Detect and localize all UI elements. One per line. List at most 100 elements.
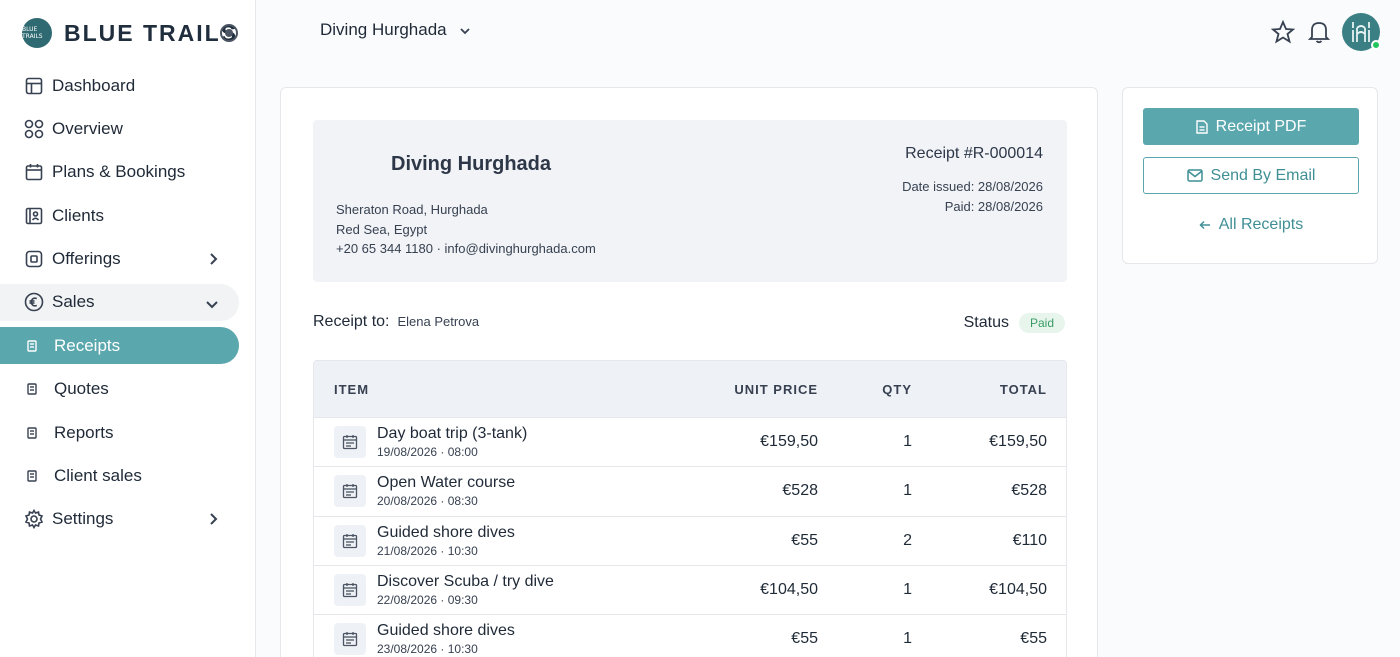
client-name: Elena Petrova: [397, 314, 480, 329]
column-header-item: ITEM: [334, 381, 370, 397]
business-select[interactable]: Diving Hurghada: [320, 20, 471, 40]
table-row: Open Water course 20/08/2026 · 08:30 €52…: [314, 466, 1066, 515]
package-icon: [24, 249, 44, 269]
gear-icon: [24, 509, 44, 530]
send-by-email-button[interactable]: Send By Email: [1143, 157, 1359, 194]
sidebar-item-label: Reports: [54, 422, 114, 442]
total-cell: €104,50: [989, 581, 1047, 599]
brand: BLUE TRAILS BLUE TRAILS: [22, 17, 242, 49]
receipt-header: Diving Hurghada Sheraton Road, Hurghada …: [313, 120, 1067, 282]
receipt-pdf-label: Receipt PDF: [1215, 117, 1307, 135]
online-status-dot: [1371, 40, 1381, 50]
calendar-icon: [334, 475, 366, 508]
sidebar-item-label: Clients: [52, 205, 104, 225]
sidebar-item-clients[interactable]: Clients: [0, 197, 256, 234]
date-paid: Paid: 28/08/2026: [944, 198, 1043, 214]
receipt-status: Status Paid: [964, 313, 1065, 333]
business-select-value: Diving Hurghada: [320, 20, 447, 39]
receipt-to: Receipt to: Elena Petrova: [313, 313, 479, 331]
item-name: Open Water course: [377, 474, 516, 492]
item-name: Discover Scuba / try dive: [377, 573, 554, 591]
qty-cell: 1: [903, 433, 912, 451]
chevron-right-icon: [208, 511, 218, 531]
sidebar-item-label: Plans & Bookings: [52, 162, 186, 182]
sidebar-item-label: Settings: [52, 509, 114, 529]
item-cell: Guided shore dives 21/08/2026 · 10:30: [314, 523, 718, 559]
brand-logo: BLUE TRAILS: [22, 18, 52, 48]
receipt-actions-panel: Receipt PDF Send By Email All Receipts: [1122, 87, 1378, 264]
qty-cell: 1: [903, 581, 912, 599]
euro-circle-icon: [24, 292, 44, 312]
sidebar-item-label: Dashboard: [52, 75, 136, 95]
sidebar-item-settings[interactable]: Settings: [0, 501, 256, 538]
all-receipts-link[interactable]: All Receipts: [1143, 213, 1359, 237]
unit-price-cell: €159,50: [760, 433, 818, 451]
table-row: Day boat trip (3-tank) 19/08/2026 · 08:0…: [314, 417, 1066, 466]
document-icon: [26, 470, 38, 482]
star-icon[interactable]: [1270, 19, 1296, 45]
company-name: Diving Hurghada: [391, 153, 552, 175]
sidebar-item-overview[interactable]: Overview: [0, 110, 256, 147]
status-badge: Paid: [1018, 313, 1065, 333]
sidebar-item-receipts[interactable]: Receipts: [0, 327, 239, 365]
total-cell: €55: [1020, 630, 1047, 648]
date-issued: Date issued: 28/08/2026: [902, 179, 1043, 194]
chevron-down-icon: [459, 20, 471, 40]
column-header-qty: QTY: [882, 381, 912, 397]
document-icon: [26, 426, 38, 439]
sidebar-item-label: Receipts: [54, 335, 121, 355]
calendar-icon: [334, 574, 366, 607]
receipt-number: Receipt #R-000014: [905, 145, 1043, 162]
sidebar-item-label: Client sales: [54, 466, 142, 486]
total-cell: €110: [1012, 531, 1047, 549]
sidebar-item-label: Offerings: [52, 249, 121, 269]
chevron-down-icon: [205, 294, 219, 314]
item-name: Guided shore dives: [377, 523, 515, 541]
item-cell: Discover Scuba / try dive 22/08/2026 · 0…: [314, 572, 718, 608]
company-contact: +20 65 344 1180 · info@divinghurghada.co…: [336, 241, 596, 256]
table-row: Guided shore dives 21/08/2026 · 10:30 €5…: [314, 515, 1066, 565]
receipt-pdf-button[interactable]: Receipt PDF: [1143, 108, 1359, 145]
unit-price-cell: €55: [791, 531, 818, 549]
sidebar-item-plans-bookings[interactable]: Plans & Bookings: [0, 154, 256, 191]
sidebar-toggle-icon[interactable]: [220, 24, 238, 42]
sidebar-nav: Dashboard Overview Plans & Bookings Clie…: [0, 67, 256, 544]
document-icon: [26, 383, 38, 395]
status-label: Status: [963, 314, 1009, 331]
sidebar-item-sales[interactable]: Sales: [0, 283, 239, 321]
item-date: 19/08/2026 · 08:00: [377, 445, 478, 460]
table-header: ITEM UNIT PRICE QTY TOTAL: [314, 361, 1066, 417]
avatar[interactable]: [1342, 13, 1381, 51]
item-cell: Guided shore dives 23/08/2026 · 10:30: [314, 621, 718, 657]
sidebar-item-dashboard[interactable]: Dashboard: [0, 67, 256, 104]
sidebar-item-client-sales[interactable]: Client sales: [0, 458, 256, 495]
calendar-icon: [334, 524, 366, 557]
chevron-right-icon: [208, 251, 218, 271]
receipt-to-label: Receipt to:: [313, 313, 390, 330]
brand-name: BLUE TRAILS: [64, 19, 239, 46]
arrow-left-icon: [1199, 220, 1210, 230]
send-by-email-label: Send By Email: [1210, 166, 1316, 184]
bell-icon[interactable]: [1306, 19, 1332, 45]
item-cell: Open Water course 20/08/2026 · 08:30: [314, 473, 718, 509]
item-date: 22/08/2026 · 09:30: [377, 593, 478, 608]
table-row: Guided shore dives 23/08/2026 · 10:30 €5…: [314, 614, 1066, 657]
item-date: 23/08/2026 · 10:30: [377, 642, 478, 657]
sidebar-item-offerings[interactable]: Offerings: [0, 241, 256, 278]
calendar-icon: [24, 162, 44, 182]
item-date: 20/08/2026 · 08:30: [377, 494, 478, 509]
sidebar-item-label: Quotes: [54, 379, 109, 399]
column-header-unit-price: UNIT PRICE: [734, 381, 818, 397]
sidebar-item-quotes[interactable]: Quotes: [0, 371, 256, 408]
receipt-dates: Date issued: 28/08/2026 Paid: 28/08/2026: [902, 177, 1043, 216]
file-icon: [1195, 119, 1208, 134]
table-row: Discover Scuba / try dive 22/08/2026 · 0…: [314, 564, 1066, 614]
company-address-line2: Red Sea, Egypt: [336, 221, 428, 237]
calendar-icon: [334, 426, 366, 459]
qty-cell: 2: [903, 531, 912, 549]
user-card-icon: [24, 206, 44, 226]
unit-price-cell: €55: [791, 630, 818, 648]
sidebar-item-reports[interactable]: Reports: [0, 414, 256, 451]
calendar-icon: [334, 623, 366, 656]
item-name: Guided shore dives: [377, 622, 515, 640]
